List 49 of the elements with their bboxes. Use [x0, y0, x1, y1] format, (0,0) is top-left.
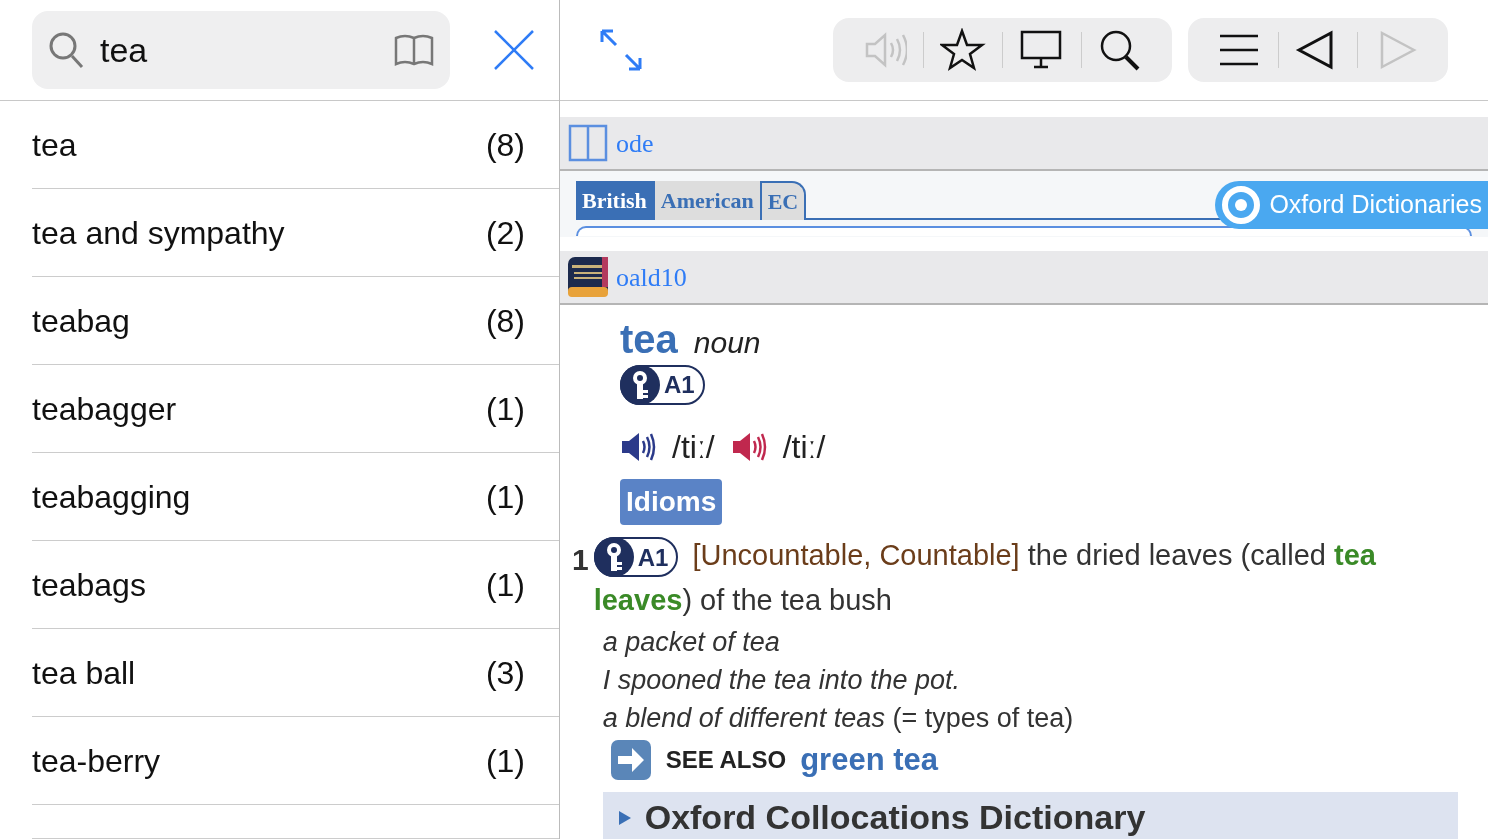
part-of-speech: noun	[693, 325, 761, 361]
book-icon	[568, 124, 608, 162]
expand-icon[interactable]	[600, 29, 642, 71]
search-input[interactable]: tea	[98, 23, 380, 77]
result-word[interactable]: teabag	[32, 296, 130, 345]
result-word[interactable]: tea and sympathy	[32, 208, 285, 257]
search-icon	[48, 31, 84, 69]
result-word[interactable]: tea-berry	[32, 736, 161, 785]
see-also-link[interactable]: green tea	[800, 737, 938, 784]
pronunciation: /tiː/	[672, 428, 715, 467]
result-count: (2)	[485, 213, 525, 253]
result-count: (1)	[485, 477, 525, 517]
idioms-button[interactable]: Idioms	[620, 479, 723, 525]
sense-number: 1	[572, 542, 589, 578]
result-word[interactable]: teabags	[32, 560, 146, 609]
dictionary-name: oald10	[616, 261, 687, 294]
result-count: (8)	[485, 301, 525, 341]
speaker-icon[interactable]	[620, 431, 656, 463]
region-tab[interactable]: American	[654, 181, 762, 220]
example-sentence: I spooned the tea into the pot.	[602, 664, 961, 697]
example-sentence: a packet of tea	[602, 626, 781, 659]
speaker-icon[interactable]	[730, 431, 767, 463]
example-sentence: a blend of different teas (= types of tea)	[602, 702, 1075, 735]
triangle-icon	[618, 810, 631, 825]
result-count: (1)	[485, 741, 525, 781]
pronunciation: /tiː/	[782, 428, 826, 467]
result-word[interactable]: tea	[32, 120, 77, 169]
result-count: (8)	[485, 125, 525, 165]
result-count: (1)	[485, 389, 525, 429]
region-tab[interactable]: EC	[761, 181, 807, 220]
search-field[interactable]: tea	[32, 11, 450, 89]
definition-text: A1 [Uncountable, Countable] the dried leaves (called tea leaves) of the tea bush	[593, 536, 1377, 618]
dictionary-logo: Oxford Dictionaries	[1215, 181, 1488, 229]
app-icon	[568, 257, 608, 297]
collocations-header[interactable]: Oxford Collocations Dictionary	[602, 791, 1458, 839]
close-button[interactable]	[493, 29, 535, 71]
level-badge: A1	[593, 537, 679, 578]
dictionary-name: ode	[616, 127, 654, 160]
result-word[interactable]: tea ball	[32, 648, 136, 697]
result-word[interactable]: teabagger	[32, 384, 177, 433]
result-count: (3)	[485, 653, 525, 693]
result-count: (1)	[485, 565, 525, 605]
result-word[interactable]: teabagging	[32, 472, 191, 521]
region-tab[interactable]: British	[576, 181, 655, 220]
headword: tea	[620, 317, 678, 361]
book-icon[interactable]	[394, 34, 434, 66]
level-badge: A1	[620, 365, 705, 405]
star-icon	[940, 28, 986, 72]
see-also-label: SEE ALSO	[665, 745, 787, 776]
